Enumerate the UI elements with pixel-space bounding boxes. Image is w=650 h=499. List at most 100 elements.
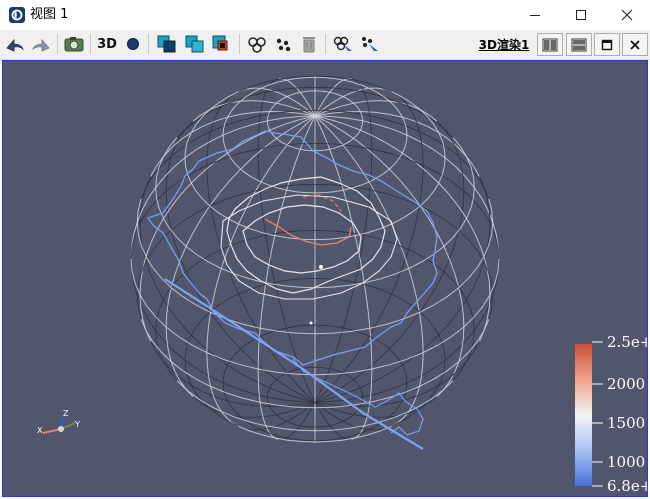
wireframe-parallel [190, 326, 197, 336]
split-horizontal-button[interactable] [537, 33, 563, 56]
delete-selection-button[interactable] [297, 32, 321, 56]
wireframe-meridian [346, 117, 363, 122]
wireframe-parallel [140, 261, 147, 273]
wireframe-parallel [298, 429, 316, 432]
select-cells-button[interactable] [245, 32, 269, 56]
camera-undo-button[interactable] [3, 32, 27, 56]
wireframe-parallel [334, 92, 339, 96]
wireframe-parallel [218, 212, 229, 220]
wireframe-parallel [295, 77, 306, 79]
colorbar-label: 2000 [607, 375, 646, 393]
wireframe-meridian [295, 383, 306, 394]
wireframe-parallel [287, 439, 302, 442]
wireframe-parallel [473, 187, 475, 198]
wireframe-meridian [427, 334, 440, 346]
wireframe-meridian [147, 319, 157, 331]
wireframe-meridian [141, 307, 149, 320]
wireframe-parallel [355, 381, 359, 386]
wireframe-meridian [421, 178, 424, 192]
wireframe-parallel [298, 286, 316, 289]
view-tab[interactable]: 3D渲染1 [476, 32, 532, 56]
camera-redo-button[interactable] [29, 32, 53, 56]
render-viewport[interactable]: X Y Z 2.5e+ 2000 1500 1000 6.8e+ [2, 60, 648, 497]
wireframe-parallel [273, 379, 277, 383]
capture-screenshot-button[interactable] [62, 32, 86, 56]
toggle-3d-button[interactable]: 3D [94, 32, 120, 56]
contour-blue-line [164, 278, 424, 450]
select-points-button[interactable] [271, 32, 295, 56]
wireframe-parallel [260, 181, 270, 186]
wireframe-parallel [276, 100, 280, 104]
wireframe-meridian [282, 399, 300, 402]
wireframe-meridian [366, 298, 369, 314]
wireframe-meridian [277, 92, 288, 98]
wireframe-meridian [448, 370, 459, 379]
close-button[interactable] [604, 0, 650, 30]
wireframe-parallel [222, 382, 224, 390]
interactive-select-cells-button[interactable] [331, 32, 355, 56]
close-view-button[interactable] [622, 33, 648, 56]
wireframe-meridian [406, 134, 421, 143]
wireframe-parallel [279, 416, 284, 420]
wireframe-meridian [276, 411, 290, 416]
wireframe-parallel [389, 163, 396, 170]
camera-icon [64, 37, 84, 52]
wireframe-meridian [141, 198, 149, 211]
show-wireframe-button[interactable] [183, 32, 207, 56]
wireframe-parallel [176, 380, 187, 390]
wireframe-meridian [150, 274, 157, 288]
wireframe-meridian [229, 336, 241, 350]
wireframe-meridian [338, 327, 344, 343]
wireframe-parallel [334, 189, 344, 193]
wireframe-meridian [208, 191, 211, 206]
wireframe-meridian [304, 98, 311, 108]
wireframe-parallel [155, 187, 157, 198]
orientation-axes-button[interactable] [122, 32, 144, 56]
wireframe-meridian [286, 175, 292, 191]
maximize-button[interactable] [558, 0, 604, 30]
wireframe-parallel [334, 437, 344, 440]
wireframe-parallel [155, 320, 157, 331]
wireframe-parallel [223, 140, 226, 148]
wireframe-parallel [195, 205, 211, 214]
wireframe-parallel [476, 330, 485, 342]
wireframe-parallel [298, 86, 316, 89]
wireframe-meridian [354, 235, 360, 252]
wireframe-meridian [155, 176, 165, 188]
wireframe-meridian [260, 168, 270, 183]
wireframe-parallel [277, 435, 287, 439]
wireframe-meridian [206, 153, 208, 166]
wireframe-meridian [212, 283, 218, 299]
wireframe-parallel [443, 351, 446, 361]
split-vertical-button[interactable] [566, 33, 592, 56]
interactive-select-points-button[interactable] [357, 32, 381, 56]
wireframe-parallel [182, 370, 197, 380]
wireframe-parallel [338, 144, 344, 148]
wireframe-meridian [412, 219, 418, 235]
camera-redo-icon [32, 38, 50, 52]
wireframe-meridian [327, 407, 341, 413]
wireframe-meridian [150, 230, 157, 244]
wireframe-meridian [289, 407, 303, 413]
wireframe-meridian [374, 111, 390, 115]
wireframe-meridian [259, 402, 263, 412]
wireframe-parallel [443, 360, 446, 369]
show-surface-button[interactable] [155, 32, 179, 56]
minimize-button[interactable] [512, 0, 558, 30]
wireframe-parallel [343, 79, 353, 83]
render-canvas[interactable]: X Y Z [3, 61, 647, 496]
wireframe-meridian [227, 364, 242, 374]
wireframe-parallel [473, 200, 484, 213]
maximize-view-button[interactable] [594, 33, 620, 56]
wireframe-parallel [201, 311, 211, 320]
wireframe-meridian [334, 430, 340, 436]
wireframe-parallel [329, 147, 335, 150]
wireframe-parallel [355, 132, 359, 137]
wireframe-parallel [184, 157, 187, 167]
wireframe-parallel [182, 212, 197, 222]
wireframe-parallel [260, 327, 279, 332]
wireframe-meridian [369, 115, 372, 126]
show-points-button[interactable] [210, 32, 234, 56]
wireframe-meridian [166, 301, 169, 315]
wireframe-parallel [389, 348, 396, 355]
